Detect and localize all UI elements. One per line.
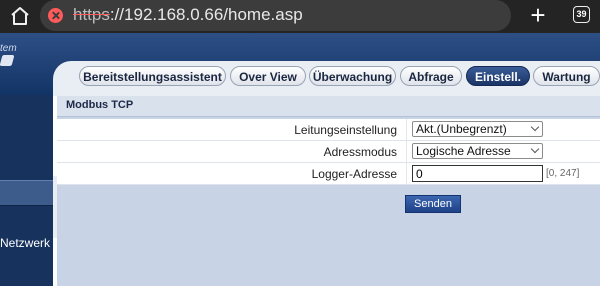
logo-text: tem [0,43,17,54]
chevron-down-icon [530,122,540,132]
form-row-adressmodus: Adressmodus Logische Adresse [57,141,600,163]
url-scheme: https [73,5,110,24]
new-tab-plus-icon[interactable]: + [528,2,548,28]
leitungseinstellung-select[interactable]: Akt.(Unbegrenzt) [412,121,543,137]
logger-adresse-label: Logger-Adresse [311,167,397,181]
form-row-logger-adresse: Logger-Adresse [0, 247] [57,163,600,185]
tab-count: 39 [576,9,587,19]
leitungseinstellung-value: Akt.(Unbegrenzt) [416,122,507,136]
column-separator [406,141,407,162]
url-host-path: ://192.168.0.66/home.asp [109,5,303,24]
sidebar-item-selected[interactable] [0,180,53,206]
adressmodus-select[interactable]: Logische Adresse [412,143,543,159]
senden-button[interactable]: Senden [405,195,461,213]
section-header [57,96,600,117]
section-title: Modbus TCP [66,99,134,111]
tab-ueberwachung[interactable]: Überwachung [309,66,396,86]
browser-toolbar: https://192.168.0.66/home.asp + 39 [0,0,600,33]
tab-wartung[interactable]: Wartung [533,66,600,86]
tab-abfrage[interactable]: Abfrage [400,66,462,86]
not-secure-icon[interactable] [48,8,63,23]
tab-einstellungen[interactable]: Einstell. [466,66,530,86]
logger-adresse-range: [0, 247] [546,168,580,179]
tab-over-view[interactable]: Over View [230,66,306,86]
tab-switcher-icon[interactable]: 39 [573,6,590,23]
adressmodus-value: Logische Adresse [416,144,511,158]
url-text[interactable]: https://192.168.0.66/home.asp [73,5,303,25]
address-bar[interactable]: https://192.168.0.66/home.asp [40,0,511,31]
chevron-down-icon [530,144,540,154]
form-row-leitungseinstellung: Leitungseinstellung Akt.(Unbegrenzt) [57,119,600,141]
adressmodus-label: Adressmodus [323,145,397,159]
logger-adresse-input[interactable] [412,165,543,182]
leitungseinstellung-label: Leitungseinstellung [294,123,397,137]
sidebar-item-netzwerk[interactable]: Netzwerk [0,236,50,250]
column-separator [406,163,407,184]
column-separator [406,119,407,140]
home-icon[interactable] [10,6,30,26]
tab-bereitstellungsassistent[interactable]: Bereitstellungsassistent [79,66,226,86]
